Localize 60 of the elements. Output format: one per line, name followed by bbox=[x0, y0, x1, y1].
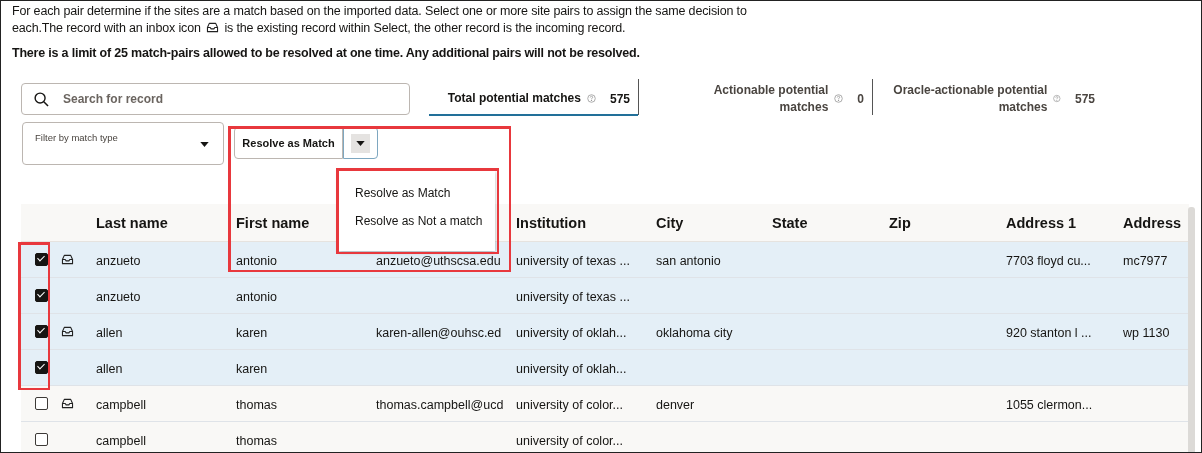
table-cell: karen bbox=[236, 325, 268, 340]
instructions-text: For each pair determine if the sites are a match based on the imported data. Select one or more site pairs to assign the same decision to each.The record with an inbox icon is the existing record within Select, the other record is the incoming record. bbox=[11, 3, 748, 37]
caret-icon bbox=[200, 142, 209, 147]
tab[interactable]: Oracle-actionable potential matches 575 bbox=[873, 83, 1103, 116]
table-cell: karen-allen@ouhsc.ed bbox=[376, 325, 502, 340]
scrollbar[interactable] bbox=[1188, 207, 1195, 452]
table-cell: karen bbox=[236, 361, 268, 376]
table-cell: thomas bbox=[236, 397, 277, 412]
caret-icon bbox=[356, 140, 365, 146]
row-checkbox[interactable] bbox=[34, 325, 48, 338]
table-cell: anzueto bbox=[96, 289, 141, 304]
table-cell: campbell bbox=[96, 433, 147, 448]
table-cell: university of oklah... bbox=[516, 325, 627, 340]
row-checkbox[interactable] bbox=[34, 433, 48, 446]
row-checkbox[interactable] bbox=[34, 397, 48, 410]
search-box[interactable]: Search for record bbox=[21, 83, 410, 115]
table-cell: thomas bbox=[236, 433, 277, 448]
menu-item[interactable]: Resolve as Match bbox=[339, 179, 495, 207]
row-checkbox[interactable] bbox=[34, 361, 48, 374]
table-cell: university of texas ... bbox=[516, 253, 630, 268]
column-header[interactable]: City bbox=[656, 214, 684, 231]
table-cell: anzueto@uthscsa.edu bbox=[376, 253, 501, 268]
tab[interactable]: Actionable potential matches 0 bbox=[639, 83, 872, 116]
table-cell: antonio bbox=[236, 253, 277, 268]
menu-item[interactable]: Resolve as Not a match bbox=[339, 207, 495, 235]
table-cell: 7703 floyd cu... bbox=[1006, 253, 1091, 268]
filter-select[interactable]: Filter by match type bbox=[22, 122, 224, 165]
table-cell: allen bbox=[96, 325, 123, 340]
dropdown-button[interactable] bbox=[343, 127, 378, 159]
row-checkbox[interactable] bbox=[34, 289, 48, 302]
table-cell: 1055 clermon... bbox=[1006, 397, 1093, 412]
column-header[interactable]: Address bbox=[1123, 214, 1182, 231]
column-header[interactable]: First name bbox=[236, 214, 310, 231]
table-cell: denver bbox=[656, 397, 695, 412]
inbox-icon bbox=[206, 22, 220, 33]
column-header[interactable]: Last name bbox=[96, 214, 168, 231]
table-cell: wp 1130 bbox=[1123, 325, 1170, 340]
tab[interactable]: Total potential matches 575 bbox=[429, 83, 638, 116]
table-cell: university of texas ... bbox=[516, 289, 630, 304]
table-cell: university of color... bbox=[516, 397, 623, 412]
column-header[interactable]: Zip bbox=[889, 214, 911, 231]
resolve-button[interactable]: Resolve as Match bbox=[234, 127, 343, 159]
table-cell: oklahoma city bbox=[656, 325, 733, 340]
table-cell: thomas.campbell@ucd bbox=[376, 397, 504, 412]
table-cell: university of oklah... bbox=[516, 361, 627, 376]
table-cell: antonio bbox=[236, 289, 277, 304]
table-cell: anzueto bbox=[96, 253, 141, 268]
limit-note: There is a limit of 25 match-pairs allowed to be resolved at one time. Any additional pairs will not be resolved. bbox=[12, 45, 641, 62]
table-cell: university of color... bbox=[516, 433, 623, 448]
column-header[interactable]: Institution bbox=[516, 214, 587, 231]
search-icon bbox=[34, 91, 49, 107]
column-header[interactable]: Address 1 bbox=[1006, 214, 1077, 231]
table-cell: 920 stanton l ... bbox=[1006, 325, 1092, 340]
search-field[interactable]: Search for record bbox=[63, 92, 363, 106]
table-cell: san antonio bbox=[656, 253, 721, 268]
table-cell: mc7977 bbox=[1123, 253, 1168, 268]
row-checkbox[interactable] bbox=[34, 253, 48, 266]
column-header[interactable]: State bbox=[772, 214, 808, 231]
table-cell: allen bbox=[96, 361, 123, 376]
table-cell: campbell bbox=[96, 397, 147, 412]
